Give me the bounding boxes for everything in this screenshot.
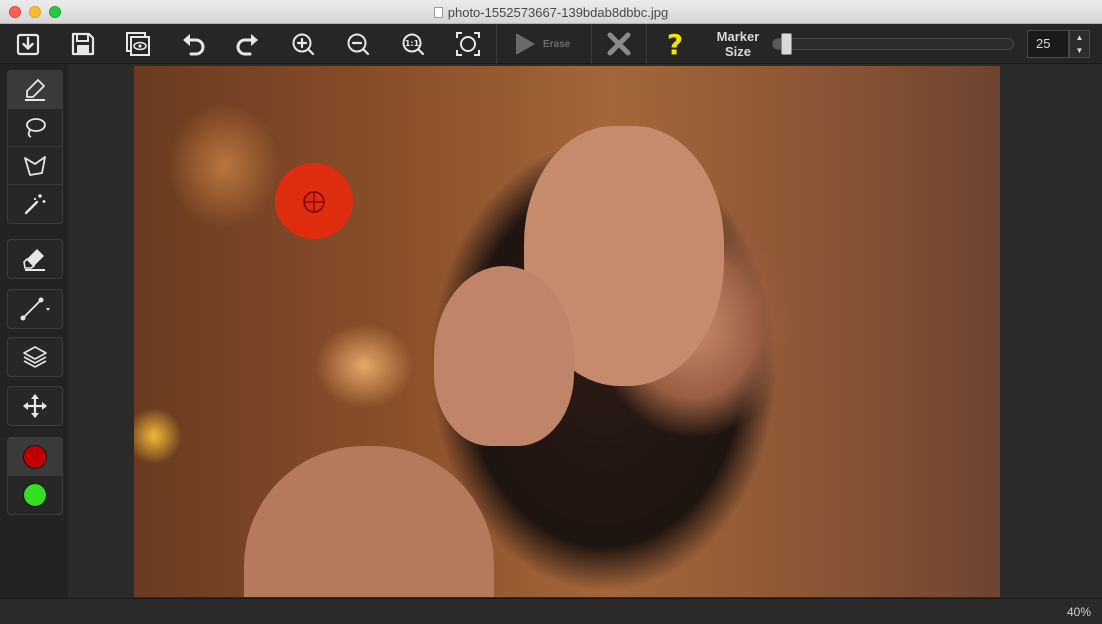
svg-text:?: ? [667, 29, 683, 59]
play-icon [516, 33, 535, 55]
move-icon [23, 394, 47, 418]
move-group [7, 386, 63, 426]
main-toolbar: 1:1 Erase ? Marker Size 25 ▲ ▼ [0, 24, 1102, 64]
canvas-area[interactable] [68, 64, 1102, 598]
zoom-actual-size-icon: 1:1 [402, 33, 425, 56]
remove-color-button[interactable] [8, 438, 62, 476]
save-icon [71, 32, 95, 56]
layers-icon [23, 346, 47, 368]
redo-button[interactable] [230, 28, 266, 60]
line-tool-button[interactable] [8, 290, 62, 328]
polygon-lasso-icon [24, 155, 46, 176]
keep-color-button[interactable] [8, 476, 62, 514]
svg-text:1:1: 1:1 [405, 39, 420, 48]
line-tool-icon [20, 297, 50, 321]
toolbar-separator [646, 24, 647, 64]
zoom-out-button[interactable] [340, 28, 376, 60]
magic-wand-icon [24, 194, 46, 215]
photo-canvas[interactable] [134, 66, 1000, 597]
zoom-fit-icon [456, 32, 480, 56]
preview-button[interactable] [120, 28, 156, 60]
crosshair-cursor-icon [303, 191, 325, 213]
polygon-lasso-tool-button[interactable] [8, 147, 62, 185]
marker-label-line2: Size [724, 44, 751, 59]
erase-button[interactable] [507, 28, 541, 60]
magic-wand-tool-button[interactable] [8, 185, 62, 223]
status-bar: 40% [0, 598, 1102, 624]
photo-hand [434, 266, 574, 446]
zoom-level: 40% [1066, 605, 1091, 619]
stepper-down-icon[interactable]: ▼ [1070, 44, 1089, 57]
redo-icon [236, 34, 258, 56]
lasso-icon [26, 117, 46, 138]
zoom-in-button[interactable] [285, 28, 321, 60]
remove-color-swatch [23, 444, 47, 469]
marker-size-input[interactable]: 25 [1027, 30, 1069, 58]
marker-icon [25, 78, 45, 101]
import-button[interactable] [10, 28, 46, 60]
undo-icon [183, 34, 205, 56]
title-bar: photo-1552573667-139bdab8dbbc.jpg [0, 0, 1102, 24]
zoom-out-icon [347, 33, 370, 56]
keep-color-swatch [23, 483, 47, 507]
window-title-group: photo-1552573667-139bdab8dbbc.jpg [0, 0, 1102, 24]
zoom-fit-button[interactable] [450, 28, 486, 60]
cancel-button[interactable] [601, 28, 637, 60]
zoom-in-icon [292, 33, 315, 56]
preview-icon [126, 32, 150, 56]
marker-size-slider-thumb[interactable] [781, 33, 792, 55]
import-icon [16, 33, 40, 56]
eraser-group [7, 239, 63, 279]
marker-label-line1: Marker [716, 29, 760, 44]
marker-tool-button[interactable] [8, 71, 62, 109]
document-icon [433, 6, 443, 18]
marker-size-stepper[interactable]: ▲ ▼ [1069, 30, 1090, 58]
app-window: photo-1552573667-139bdab8dbbc.jpg 1:1 Er… [0, 0, 1102, 624]
undo-button[interactable] [175, 28, 211, 60]
toolbar-separator [591, 24, 592, 64]
marker-size-label: Marker Size [708, 29, 768, 59]
help-icon: ? [667, 29, 683, 59]
window-title: photo-1552573667-139bdab8dbbc.jpg [447, 4, 669, 20]
tool-panel [0, 64, 68, 598]
photo-shoulder [244, 446, 494, 597]
color-group [7, 437, 63, 515]
lasso-tool-button[interactable] [8, 109, 62, 147]
save-button[interactable] [65, 28, 101, 60]
eraser-tool-button[interactable] [8, 240, 62, 278]
eraser-icon [23, 249, 45, 271]
toolbar-separator [496, 24, 497, 64]
help-button[interactable]: ? [657, 28, 693, 60]
layers-tool-button[interactable] [8, 338, 62, 376]
marker-size-slider[interactable] [772, 38, 1014, 50]
close-icon [607, 32, 631, 56]
line-group [7, 289, 63, 329]
stepper-up-icon[interactable]: ▲ [1070, 31, 1089, 44]
zoom-actual-size-button[interactable]: 1:1 [395, 28, 431, 60]
selection-tools-group [7, 70, 63, 224]
erase-label: Erase [543, 39, 571, 50]
layers-group [7, 337, 63, 377]
move-tool-button[interactable] [8, 387, 62, 425]
